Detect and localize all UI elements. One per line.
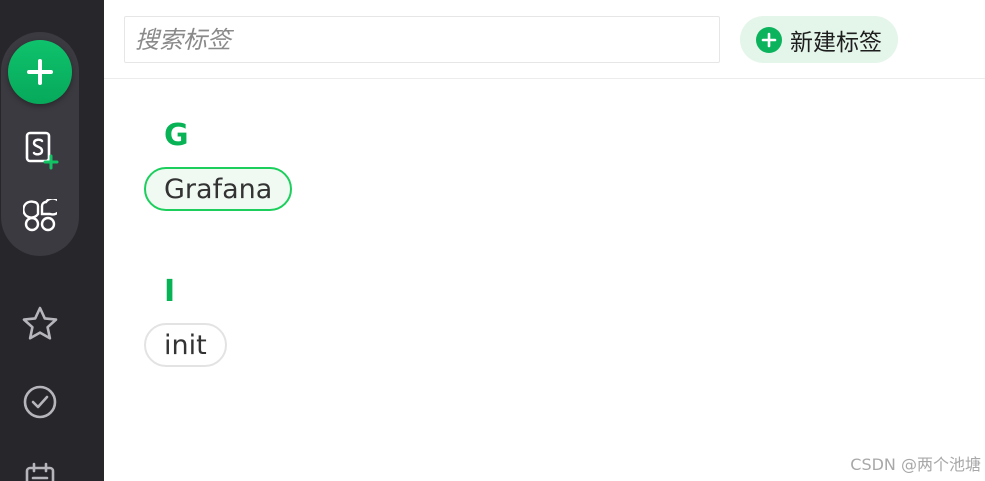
tag-chip-grafana[interactable]: Grafana — [144, 167, 293, 211]
new-tag-button[interactable]: 新建标签 — [740, 16, 898, 63]
new-note-button[interactable] — [18, 128, 62, 172]
top-bar: 新建标签 — [104, 0, 985, 79]
apps-button[interactable] — [18, 194, 62, 238]
tag-chip-init[interactable]: init — [144, 323, 227, 367]
sidebar — [0, 0, 104, 481]
calendar-icon — [25, 462, 55, 481]
tasks-button[interactable] — [18, 380, 62, 424]
note-add-icon — [25, 131, 59, 170]
plus-circle-icon — [756, 26, 782, 53]
new-tag-label: 新建标签 — [790, 29, 882, 56]
group-letter-g: G — [164, 118, 189, 153]
check-circle-icon — [23, 385, 57, 419]
favorites-button[interactable] — [18, 302, 62, 346]
app-window: 新建标签 G Grafana I init CSDN @两个池塘 — [0, 0, 985, 481]
watermark: CSDN @两个池塘 — [850, 455, 981, 474]
calendar-button[interactable] — [18, 456, 62, 481]
star-icon — [22, 306, 58, 340]
grid-icon — [23, 199, 57, 232]
group-letter-i: I — [164, 274, 176, 309]
search-input[interactable] — [124, 16, 720, 63]
add-button[interactable] — [8, 40, 72, 104]
plus-icon — [27, 59, 53, 85]
